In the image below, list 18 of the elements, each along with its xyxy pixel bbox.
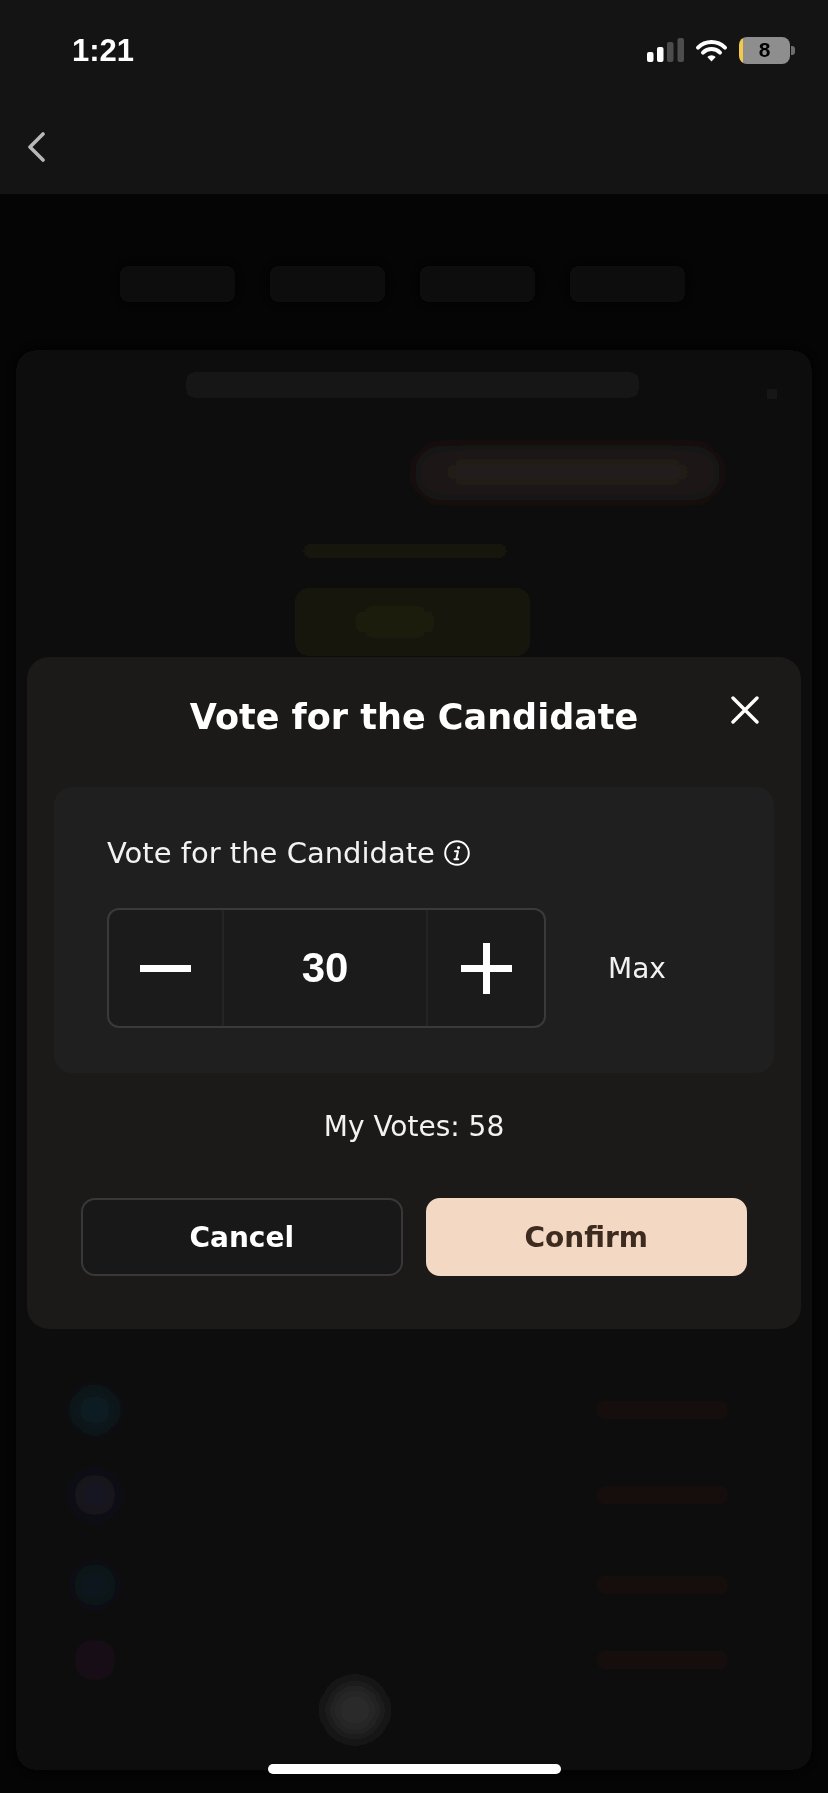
dialog-title: Vote for the Candidate: [189, 696, 639, 739]
info-icon[interactable]: [443, 840, 470, 866]
max-button[interactable]: Max: [608, 951, 666, 985]
status-time: 1:21: [72, 34, 135, 66]
wifi-icon: [695, 38, 728, 62]
plus-icon: [460, 942, 512, 994]
cancel-button[interactable]: Cancel: [81, 1198, 403, 1276]
quantity-field[interactable]: 30: [224, 910, 426, 1026]
field-label: Vote for the Candidate: [107, 836, 435, 870]
my-votes-text: My Votes: 58: [323, 1109, 505, 1145]
battery-indicator: 8: [739, 36, 795, 64]
confirm-button[interactable]: Confirm: [425, 1198, 747, 1276]
chevron-left-icon: [26, 132, 46, 162]
back-button[interactable]: [26, 132, 46, 162]
signal-icon: [647, 38, 684, 62]
close-icon: [731, 696, 759, 724]
close-button[interactable]: [731, 696, 759, 724]
minus-icon: [140, 964, 191, 972]
